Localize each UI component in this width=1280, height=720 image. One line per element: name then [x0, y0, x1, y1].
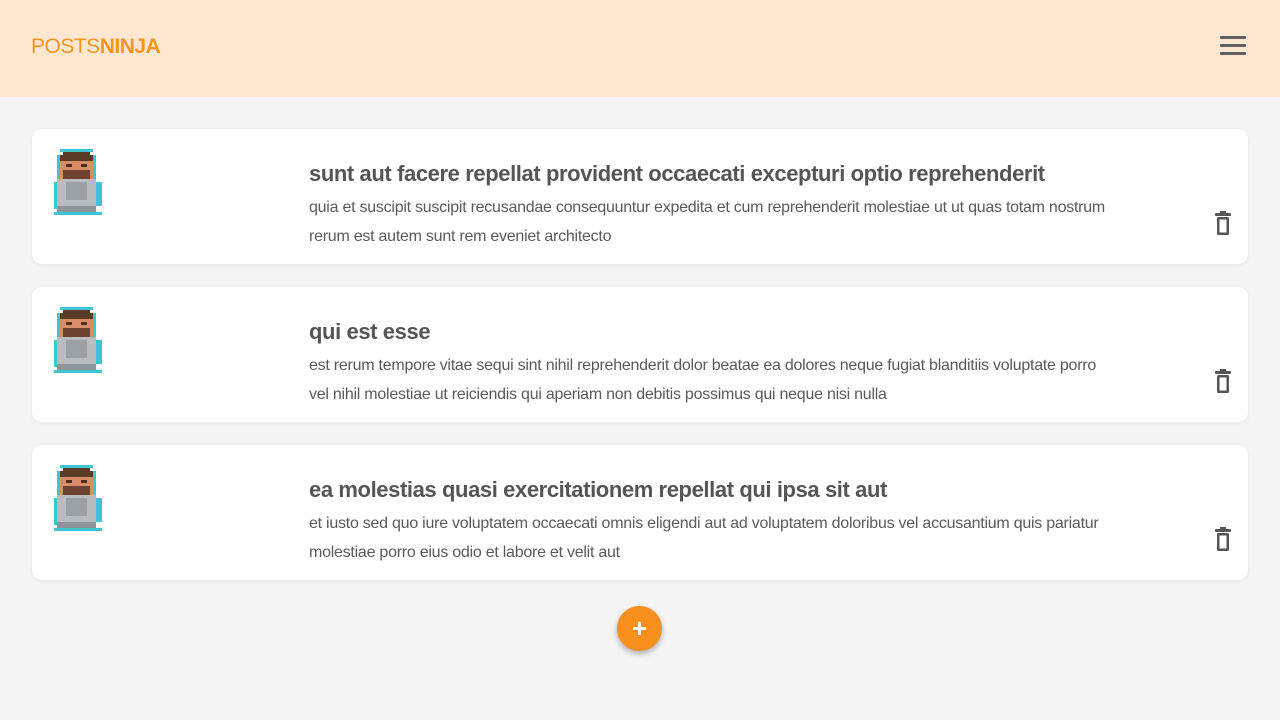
pixel-avatar-icon: [54, 307, 102, 373]
post-title: qui est esse: [309, 319, 431, 344]
post-body: est rerum tempore vitae sequi sint nihil…: [309, 357, 1096, 403]
post-title: ea molestias quasi exercitationem repell…: [309, 477, 887, 502]
pixel-avatar-icon: [54, 149, 102, 215]
add-post-button[interactable]: +: [617, 606, 662, 651]
brand-regular: POSTS: [31, 35, 100, 58]
post-card: sunt aut facere repellat provident occae…: [32, 129, 1248, 264]
brand-logo[interactable]: POSTSNINJA: [31, 33, 161, 61]
trash-icon[interactable]: [1212, 211, 1234, 237]
post-title: sunt aut facere repellat provident occae…: [309, 161, 1045, 186]
plus-icon: +: [631, 613, 648, 643]
trash-icon[interactable]: [1212, 527, 1234, 553]
post-card: qui est esse est rerum tempore vitae seq…: [32, 287, 1248, 422]
post-body: et iusto sed quo iure voluptatem occaeca…: [309, 515, 1099, 561]
brand-bold: NINJA: [99, 35, 161, 58]
post-card: ea molestias quasi exercitationem repell…: [32, 445, 1248, 580]
hamburger-menu-icon[interactable]: [1216, 32, 1250, 60]
trash-icon[interactable]: [1212, 369, 1234, 395]
app-header-bar: POSTSNINJA: [0, 0, 1280, 81]
pixel-avatar-icon: [54, 465, 102, 531]
app-header: POSTSNINJA: [0, 0, 1280, 97]
post-body: quia et suscipit suscipit recusandae con…: [309, 199, 1105, 245]
